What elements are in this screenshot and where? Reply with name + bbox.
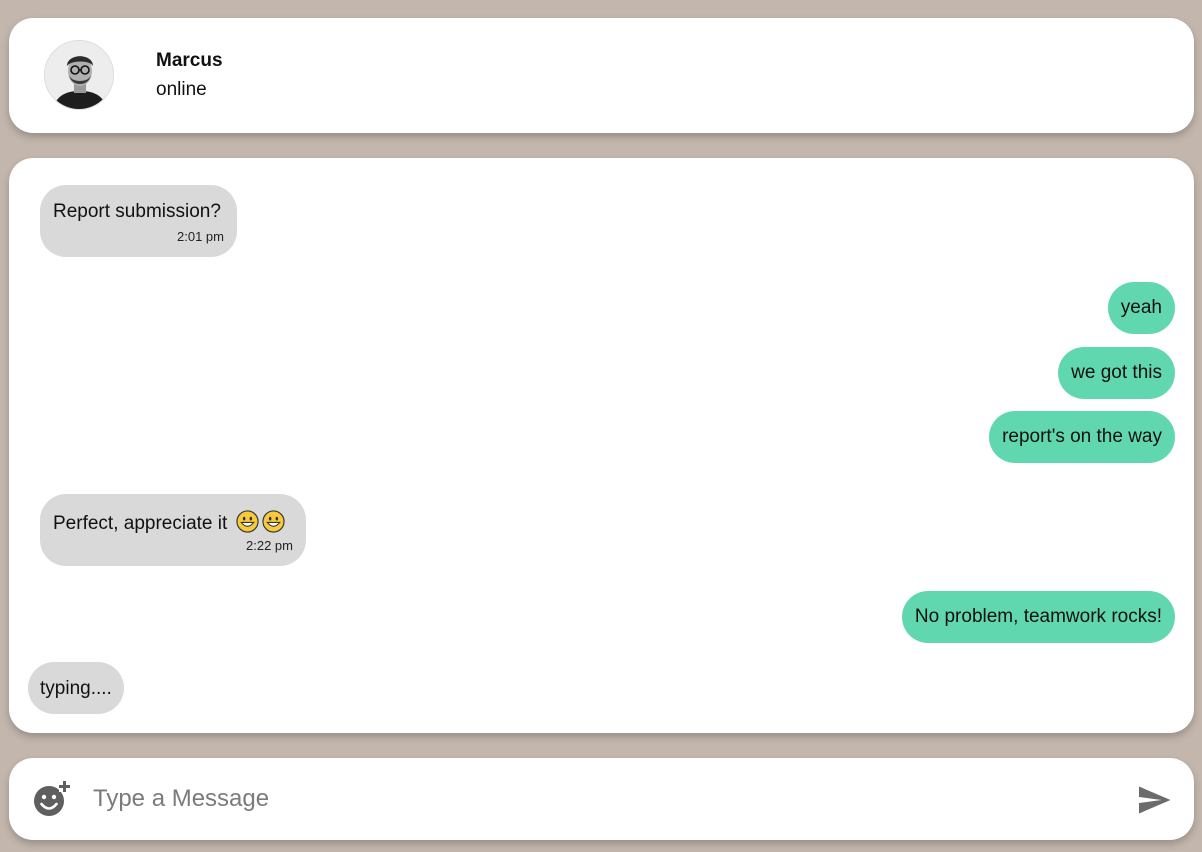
message-text: Perfect, appreciate it [53, 513, 228, 534]
message-input[interactable] [93, 778, 1073, 820]
typing-indicator-text: typing.... [40, 678, 112, 699]
contact-name: Marcus [156, 50, 223, 71]
message-time: 2:01 pm [177, 229, 224, 244]
contact-status: online [156, 79, 207, 100]
message-text: Report submission? [53, 201, 221, 222]
message-bubble-outgoing[interactable]: report's on the way [989, 411, 1175, 463]
message-bubble-incoming[interactable]: Report submission? 2:01 pm [40, 185, 237, 257]
send-icon[interactable] [1136, 782, 1172, 818]
grinning-face-emoji [261, 510, 285, 533]
message-bubble-outgoing[interactable]: yeah [1107, 282, 1175, 334]
chat-header: Marcus online [9, 18, 1194, 133]
message-bubble-outgoing[interactable]: we got this [1058, 347, 1175, 399]
message-text: report's on the way [1002, 426, 1162, 447]
avatar[interactable] [44, 40, 114, 110]
message-bubble-outgoing[interactable]: No problem, teamwork rocks! [901, 591, 1175, 643]
message-text-row: Perfect, appreciate it [53, 510, 293, 535]
message-text: yeah [1120, 297, 1162, 318]
message-text: No problem, teamwork rocks! [914, 606, 1162, 627]
message-bubble-incoming[interactable]: Perfect, appreciate it 2:22 pm [40, 494, 306, 566]
message-composer [9, 758, 1194, 840]
add-emoji-icon[interactable] [33, 780, 71, 818]
message-time: 2:22 pm [246, 538, 293, 553]
typing-indicator: typing.... [28, 662, 124, 714]
message-list[interactable]: Report submission? 2:01 pm yeah we got t… [9, 158, 1194, 733]
contact-photo [45, 41, 113, 109]
grinning-face-emoji [235, 510, 259, 533]
message-text: we got this [1071, 362, 1162, 383]
